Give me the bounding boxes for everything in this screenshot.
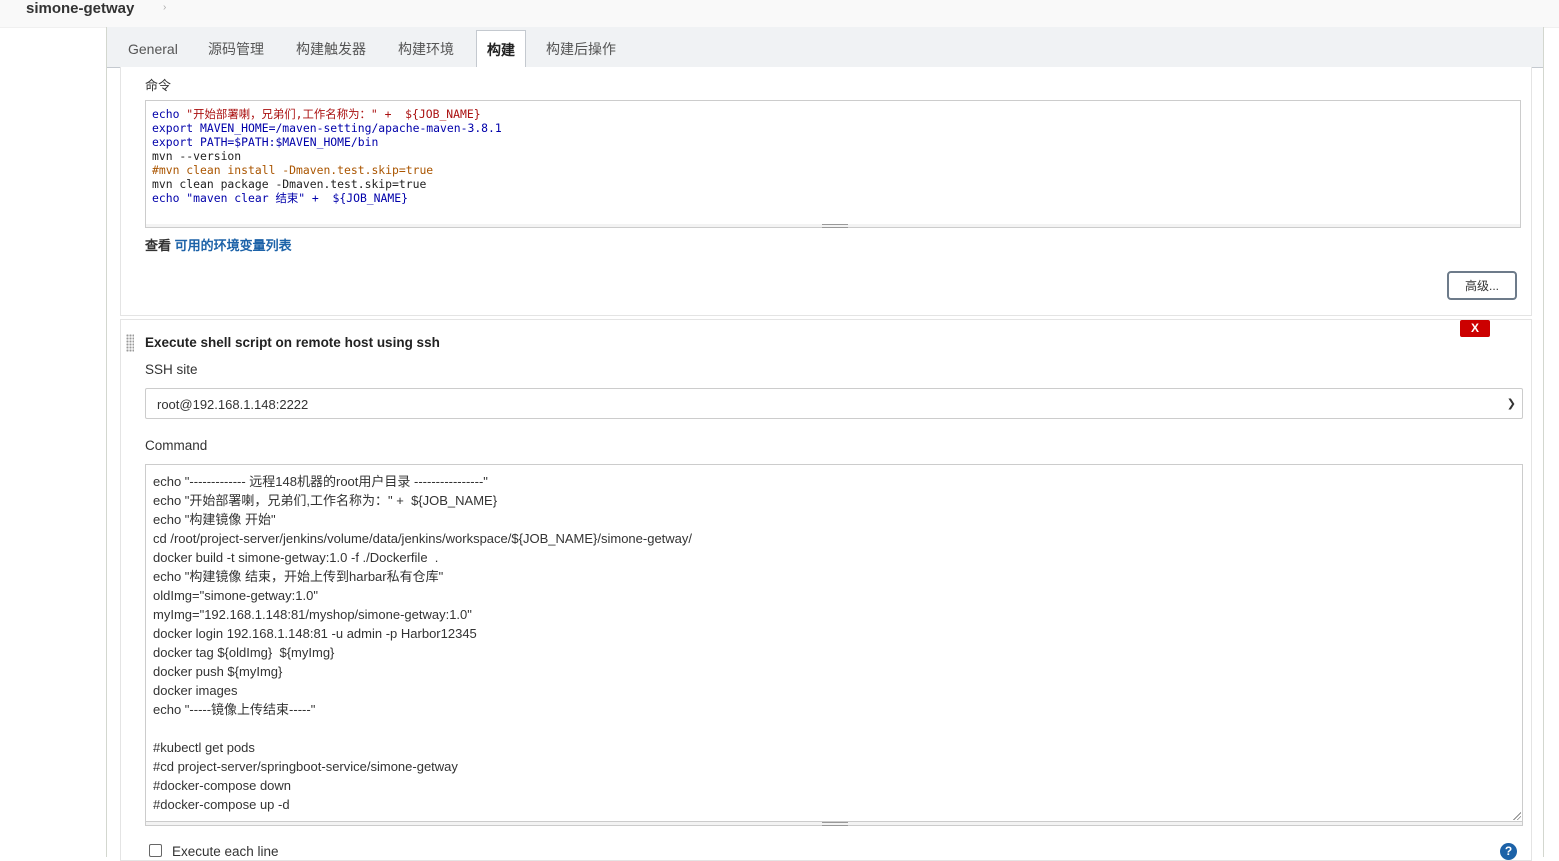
code-line: #mvn clean install -Dmaven.test.skip=tru… <box>152 163 434 177</box>
maven-build-step: 命令 echo "开始部署喇，兄弟们,工作名称为：" + ${JOB_NAME}… <box>120 67 1532 316</box>
ssh-command-textarea[interactable]: echo "------------- 远程148机器的root用户目录 ---… <box>145 464 1523 822</box>
code-line: export PATH=$PATH:$MAVEN_HOME/bin <box>152 135 379 149</box>
breadcrumb-job-link[interactable]: simone-getway <box>26 0 134 17</box>
env-vars-line: 查看 可用的环境变量列表 <box>145 235 292 254</box>
drag-handle-icon[interactable] <box>126 334 134 352</box>
ssh-site-value: root@192.168.1.148:2222 <box>157 397 309 412</box>
textarea-resize-handle[interactable] <box>145 822 1523 826</box>
env-prefix: 查看 <box>145 238 175 253</box>
config-panel: General 源码管理 构建触发器 构建环境 构建 构建后操作 命令 echo… <box>106 27 1544 861</box>
command-line: docker tag ${oldImg} ${myImg} <box>153 645 335 660</box>
code-line: export MAVEN_HOME=/maven-setting/apache-… <box>152 121 502 135</box>
command-line: #cd project-server/springboot-service/si… <box>153 759 458 774</box>
command-field-label: Command <box>145 438 208 453</box>
command-line: docker build -t simone-getway:1.0 -f ./D… <box>153 550 439 565</box>
chevron-down-icon: ❯ <box>1506 398 1516 410</box>
ssh-site-select[interactable]: root@192.168.1.148:2222 ❯ <box>145 388 1523 419</box>
tab-post-build[interactable]: 构建后操作 <box>536 29 626 67</box>
grip-icon <box>822 224 848 228</box>
step-title: Execute shell script on remote host usin… <box>145 335 440 350</box>
command-line: echo "-----镜像上传结束-----" <box>153 702 316 717</box>
maven-command-editor[interactable]: echo "开始部署喇，兄弟们,工作名称为：" + ${JOB_NAME} exp… <box>145 100 1521 225</box>
code-line: echo "maven clear 结束" + ${JOB_NAME} <box>152 191 408 205</box>
code-line: mvn clean package -Dmaven.test.skip=true <box>152 177 427 191</box>
command-line: docker login 192.168.1.148:81 -u admin -… <box>153 626 477 641</box>
help-icon[interactable]: ? <box>1500 843 1517 860</box>
delete-step-button[interactable]: X <box>1460 320 1490 337</box>
command-line: echo "构建镜像 开始" <box>153 512 276 527</box>
command-line: myImg="192.168.1.148:81/myshop/simone-ge… <box>153 607 472 622</box>
tab-scm[interactable]: 源码管理 <box>198 29 274 67</box>
command-label: 命令 <box>145 78 172 93</box>
grip-icon <box>822 822 848 826</box>
tab-build-triggers[interactable]: 构建触发器 <box>286 29 376 67</box>
command-line <box>153 719 1522 738</box>
breadcrumb: simone-getway › <box>0 0 1559 28</box>
breadcrumb-chevron-icon[interactable]: › <box>163 2 166 13</box>
command-line: echo "------------- 远程148机器的root用户目录 ---… <box>153 474 488 489</box>
code-line: mvn --version <box>152 149 242 163</box>
tab-general[interactable]: General <box>118 29 188 67</box>
code-line: echo "开始部署喇，兄弟们,工作名称为：" + ${JOB_NAME} <box>152 107 481 121</box>
env-vars-link[interactable]: 可用的环境变量列表 <box>175 238 292 253</box>
command-line: #docker-compose down <box>153 778 292 793</box>
editor-resize-handle[interactable] <box>145 224 1521 228</box>
command-line: #docker-compose up -d <box>153 797 290 812</box>
command-line: oldImg="simone-getway:1.0" <box>153 588 318 603</box>
command-line: echo "构建镜像 结束，开始上传到harbar私有仓库" <box>153 569 444 584</box>
tab-build[interactable]: 构建 <box>476 30 526 69</box>
command-line: docker images <box>153 683 238 698</box>
command-line: #kubectl get pods <box>153 740 255 755</box>
ssh-site-label: SSH site <box>145 362 198 377</box>
tab-build-environment[interactable]: 构建环境 <box>388 29 464 67</box>
command-line: cd /root/project-server/jenkins/volume/d… <box>153 531 693 546</box>
advanced-button[interactable]: 高级... <box>1447 271 1517 300</box>
execute-each-line-checkbox[interactable] <box>149 844 162 857</box>
command-line: docker push ${myImg} <box>153 664 283 679</box>
ssh-build-step: X Execute shell script on remote host us… <box>120 319 1532 861</box>
config-tabbar: General 源码管理 构建触发器 构建环境 构建 构建后操作 <box>107 27 1543 69</box>
command-line: echo "开始部署喇，兄弟们,工作名称为：" + ${JOB_NAME} <box>153 493 498 508</box>
resize-corner-icon[interactable] <box>1513 812 1521 820</box>
